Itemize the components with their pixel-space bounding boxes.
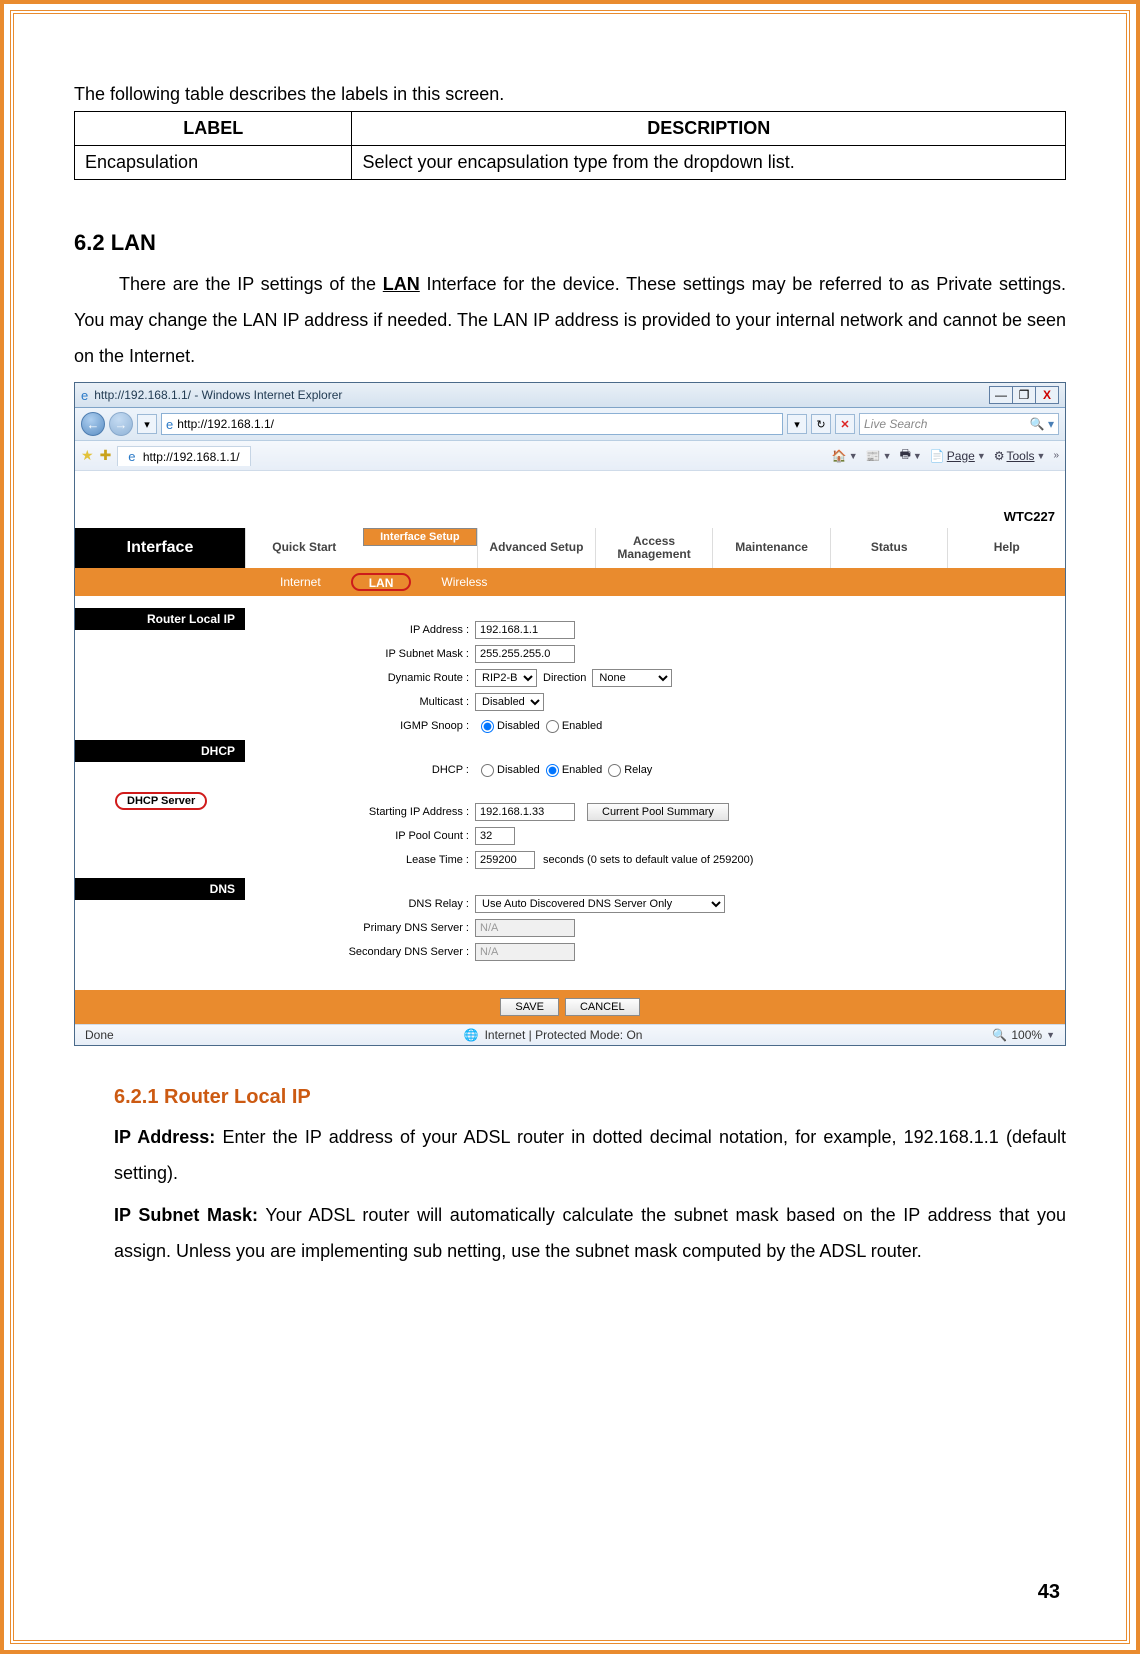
back-button[interactable]: ← [81,412,105,436]
input-secondary-dns [475,943,575,961]
add-favorite-icon[interactable]: ✚ [100,447,112,464]
radio-dhcp-enabled[interactable] [546,764,559,777]
menu-interface-setup[interactable]: Interface Setup [363,528,478,546]
maximize-button[interactable]: ❐ [1012,386,1036,404]
address-bar[interactable]: e [161,413,783,435]
model-label: WTC227 [75,503,1065,528]
history-dropdown[interactable]: ▾ [137,414,157,434]
minimize-button[interactable]: — [989,386,1013,404]
save-button[interactable]: SAVE [500,998,559,1016]
feeds-icon[interactable]: 📰 ▼ [866,449,892,463]
menu-advanced-setup[interactable]: Advanced Setup [477,528,595,568]
input-start-ip[interactable] [475,803,575,821]
label-igmp-snoop: IGMP Snoop : [245,720,475,732]
td-description: Select your encapsulation type from the … [352,146,1066,180]
label-start-ip: Starting IP Address : [245,806,475,818]
label-subnet-mask: IP Subnet Mask : [245,648,475,660]
select-direction[interactable]: None [592,669,672,687]
radio-igmp-disabled[interactable] [481,720,494,733]
label-pool-count: IP Pool Count : [245,830,475,842]
radio-igmp-enabled[interactable] [546,720,559,733]
status-mode: Internet | Protected Mode: On [485,1028,643,1042]
lease-suffix: seconds (0 sets to default value of 2592… [543,854,753,866]
label-lease-time: Lease Time : [245,854,475,866]
print-icon[interactable]: 🖶 ▼ [900,445,922,466]
table-row: Encapsulation Select your encapsulation … [75,146,1066,180]
ie-icon: e [128,449,135,464]
status-done: Done [85,1028,114,1042]
td-label: Encapsulation [75,146,352,180]
current-pool-summary-button[interactable]: Current Pool Summary [587,803,729,821]
label-dynamic-route: Dynamic Route : [245,672,475,684]
close-button[interactable]: X [1035,386,1059,404]
label-dns-relay: DNS Relay : [245,898,475,910]
tools-menu[interactable]: ⚙ Tools ▼ [994,449,1046,463]
window-title: http://192.168.1.1/ - Windows Internet E… [94,388,342,402]
select-dynamic-route[interactable]: RIP2-B [475,669,537,687]
stop-button[interactable]: ✕ [835,414,855,434]
ip-address-paragraph: IP Address: Enter the IP address of your… [114,1119,1066,1191]
input-ip-address[interactable] [475,621,575,639]
search-box[interactable]: Live Search 🔍 ▾ [859,413,1059,435]
submenu-lan[interactable]: LAN [351,573,412,591]
label-description-table: LABEL DESCRIPTION Encapsulation Select y… [74,111,1066,180]
section-dns: DNS [75,878,245,900]
label-direction: Direction [543,672,586,684]
globe-icon: 🌐 [464,1028,479,1042]
subnet-mask-paragraph: IP Subnet Mask: Your ADSL router will au… [114,1197,1066,1269]
input-pool-count[interactable] [475,827,515,845]
section-router-local-ip: Router Local IP [75,608,245,630]
radio-dhcp-disabled[interactable] [481,764,494,777]
dhcp-server-badge: DHCP Server [115,792,207,810]
window-buttons[interactable]: — ❐ X [990,386,1059,404]
input-primary-dns [475,919,575,937]
search-icon[interactable]: 🔍 ▾ [1030,417,1054,431]
ie-icon: e [81,388,88,403]
th-description: DESCRIPTION [352,112,1066,146]
menu-help[interactable]: Help [947,528,1065,568]
subsection-heading: 6.2.1 Router Local IP [114,1086,1066,1109]
menu-maintenance[interactable]: Maintenance [712,528,830,568]
home-icon[interactable]: 🏠 ▼ [832,449,858,463]
label-ip-address: IP Address : [245,624,475,636]
more-icon[interactable]: » [1053,450,1059,461]
zoom-icon[interactable]: 🔍 [992,1028,1007,1042]
label-secondary-dns: Secondary DNS Server : [245,946,475,958]
address-dropdown[interactable]: ▾ [787,414,807,434]
zoom-value[interactable]: 100% [1011,1028,1042,1042]
select-dns-relay[interactable]: Use Auto Discovered DNS Server Only [475,895,725,913]
input-subnet-mask[interactable] [475,645,575,663]
zoom-dropdown[interactable]: ▼ [1046,1030,1055,1040]
refresh-button[interactable]: ↻ [811,414,831,434]
section-body: There are the IP settings of the LAN Int… [74,266,1066,374]
label-multicast: Multicast : [245,696,475,708]
section-heading: 6.2 LAN [74,230,1066,256]
radio-dhcp-relay[interactable] [608,764,621,777]
favorites-icon[interactable]: ★ [81,447,94,464]
menu-status[interactable]: Status [830,528,948,568]
page-menu[interactable]: 📄 Page ▼ [930,449,986,463]
submenu-internet[interactable]: Internet [280,575,321,589]
label-primary-dns: Primary DNS Server : [245,922,475,934]
browser-tab[interactable]: e http://192.168.1.1/ [117,446,250,466]
label-dhcp: DHCP : [245,764,475,776]
intro-text: The following table describes the labels… [74,84,1066,105]
url-input[interactable] [177,417,778,431]
ie-icon: e [166,417,173,432]
interface-title: Interface [75,528,245,568]
page-number: 43 [1038,1581,1060,1604]
cancel-button[interactable]: CANCEL [565,998,640,1016]
section-dhcp: DHCP [75,740,245,762]
menu-access-management[interactable]: Access Management [595,528,713,568]
browser-window: e http://192.168.1.1/ - Windows Internet… [74,382,1066,1046]
forward-button[interactable]: → [109,412,133,436]
menu-quick-start[interactable]: Quick Start [245,528,363,568]
submenu-wireless[interactable]: Wireless [441,575,487,589]
input-lease-time[interactable] [475,851,535,869]
select-multicast[interactable]: Disabled [475,693,544,711]
th-label: LABEL [75,112,352,146]
